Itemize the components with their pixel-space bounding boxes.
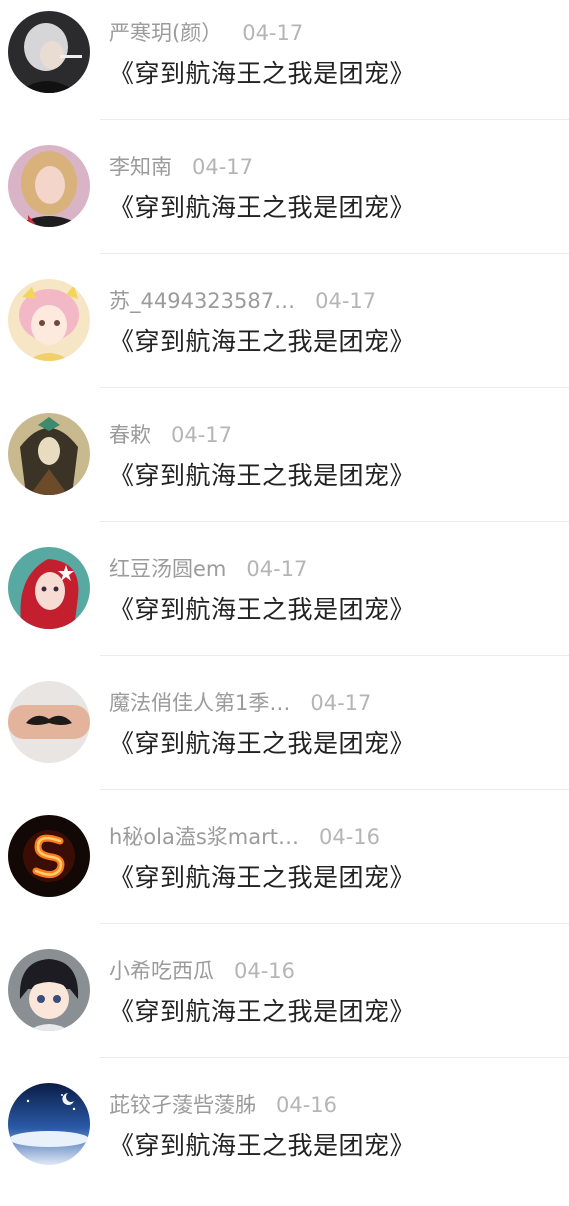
username[interactable]: 严寒玥(颜） bbox=[109, 18, 222, 48]
list-item[interactable]: h秘ola溘s浆mart… 04-16 《穿到航海王之我是团宠》 bbox=[0, 804, 569, 938]
list-item[interactable]: 李知南 04-17 《穿到航海王之我是团宠》 bbox=[0, 134, 569, 268]
date: 04-17 bbox=[315, 289, 377, 313]
username[interactable]: 李知南 bbox=[109, 152, 172, 182]
message-list: 严寒玥(颜） 04-17 《穿到航海王之我是团宠》 李知南 04-17 《穿到航海王… bbox=[0, 0, 569, 1186]
avatar[interactable] bbox=[8, 413, 90, 495]
divider bbox=[100, 655, 569, 656]
divider bbox=[100, 253, 569, 254]
divider bbox=[100, 119, 569, 120]
avatar[interactable] bbox=[8, 681, 90, 763]
dark-art-girl-avatar bbox=[8, 413, 90, 495]
username[interactable]: h秘ola溘s浆mart… bbox=[109, 822, 299, 852]
night-sky-avatar bbox=[8, 1083, 90, 1165]
message-text[interactable]: 《穿到航海王之我是团宠》 bbox=[109, 54, 415, 94]
mustache-finger-avatar bbox=[8, 681, 90, 763]
list-item[interactable]: 魔法俏佳人第1季… 04-17 《穿到航海王之我是团宠》 bbox=[0, 670, 569, 804]
avatar[interactable] bbox=[8, 11, 90, 93]
message-text[interactable]: 《穿到航海王之我是团宠》 bbox=[109, 1126, 415, 1166]
fire-letter-s-avatar bbox=[8, 815, 90, 897]
avatar[interactable] bbox=[8, 815, 90, 897]
blonde-girl-avatar bbox=[8, 145, 90, 227]
red-hair-mermaid-avatar bbox=[8, 547, 90, 629]
username[interactable]: 春欶 bbox=[109, 420, 151, 450]
message-text[interactable]: 《穿到航海王之我是团宠》 bbox=[109, 858, 415, 898]
avatar[interactable] bbox=[8, 547, 90, 629]
message-text[interactable]: 《穿到航海王之我是团宠》 bbox=[109, 992, 415, 1032]
message-meta: 茈铰孑蔆呰蔆胏 04-16 bbox=[109, 1090, 337, 1120]
date: 04-17 bbox=[246, 557, 308, 581]
list-item[interactable]: 严寒玥(颜） 04-17 《穿到航海王之我是团宠》 bbox=[0, 0, 569, 134]
message-meta: 严寒玥(颜） 04-17 bbox=[109, 18, 303, 48]
avatar[interactable] bbox=[8, 279, 90, 361]
username[interactable]: 苏_4494323587… bbox=[109, 286, 295, 316]
divider bbox=[100, 521, 569, 522]
date: 04-16 bbox=[234, 959, 296, 983]
username[interactable]: 小希吃西瓜 bbox=[109, 956, 214, 986]
message-text[interactable]: 《穿到航海王之我是团宠》 bbox=[109, 322, 415, 362]
divider bbox=[100, 923, 569, 924]
message-text[interactable]: 《穿到航海王之我是团宠》 bbox=[109, 590, 415, 630]
message-text[interactable]: 《穿到航海王之我是团宠》 bbox=[109, 724, 415, 764]
username[interactable]: 魔法俏佳人第1季… bbox=[109, 688, 290, 718]
divider bbox=[100, 387, 569, 388]
list-item[interactable]: 苏_4494323587… 04-17 《穿到航海王之我是团宠》 bbox=[0, 268, 569, 402]
anime-boy-avatar bbox=[8, 949, 90, 1031]
avatar[interactable] bbox=[8, 949, 90, 1031]
date: 04-17 bbox=[310, 691, 372, 715]
message-meta: 春欶 04-17 bbox=[109, 420, 232, 450]
anime-girl-pink-avatar bbox=[8, 279, 90, 361]
avatar[interactable] bbox=[8, 1083, 90, 1165]
message-text[interactable]: 《穿到航海王之我是团宠》 bbox=[109, 456, 415, 496]
date: 04-17 bbox=[171, 423, 233, 447]
username[interactable]: 红豆汤圆em bbox=[109, 554, 226, 584]
list-item[interactable]: 小希吃西瓜 04-16 《穿到航海王之我是团宠》 bbox=[0, 938, 569, 1072]
message-meta: h秘ola溘s浆mart… 04-16 bbox=[109, 822, 380, 852]
username[interactable]: 茈铰孑蔆呰蔆胏 bbox=[109, 1090, 256, 1120]
message-meta: 红豆汤圆em 04-17 bbox=[109, 554, 307, 584]
avatar[interactable] bbox=[8, 145, 90, 227]
message-meta: 小希吃西瓜 04-16 bbox=[109, 956, 295, 986]
list-item[interactable]: 春欶 04-17 《穿到航海王之我是团宠》 bbox=[0, 402, 569, 536]
list-item[interactable]: 红豆汤圆em 04-17 《穿到航海王之我是团宠》 bbox=[0, 536, 569, 670]
message-meta: 李知南 04-17 bbox=[109, 152, 253, 182]
date: 04-16 bbox=[319, 825, 381, 849]
divider bbox=[100, 1057, 569, 1058]
message-meta: 苏_4494323587… 04-17 bbox=[109, 286, 376, 316]
grey-hair-person-avatar bbox=[8, 11, 90, 93]
date: 04-16 bbox=[276, 1093, 338, 1117]
message-text[interactable]: 《穿到航海王之我是团宠》 bbox=[109, 188, 415, 228]
date: 04-17 bbox=[192, 155, 254, 179]
message-meta: 魔法俏佳人第1季… 04-17 bbox=[109, 688, 371, 718]
date: 04-17 bbox=[242, 21, 304, 45]
divider bbox=[100, 789, 569, 790]
